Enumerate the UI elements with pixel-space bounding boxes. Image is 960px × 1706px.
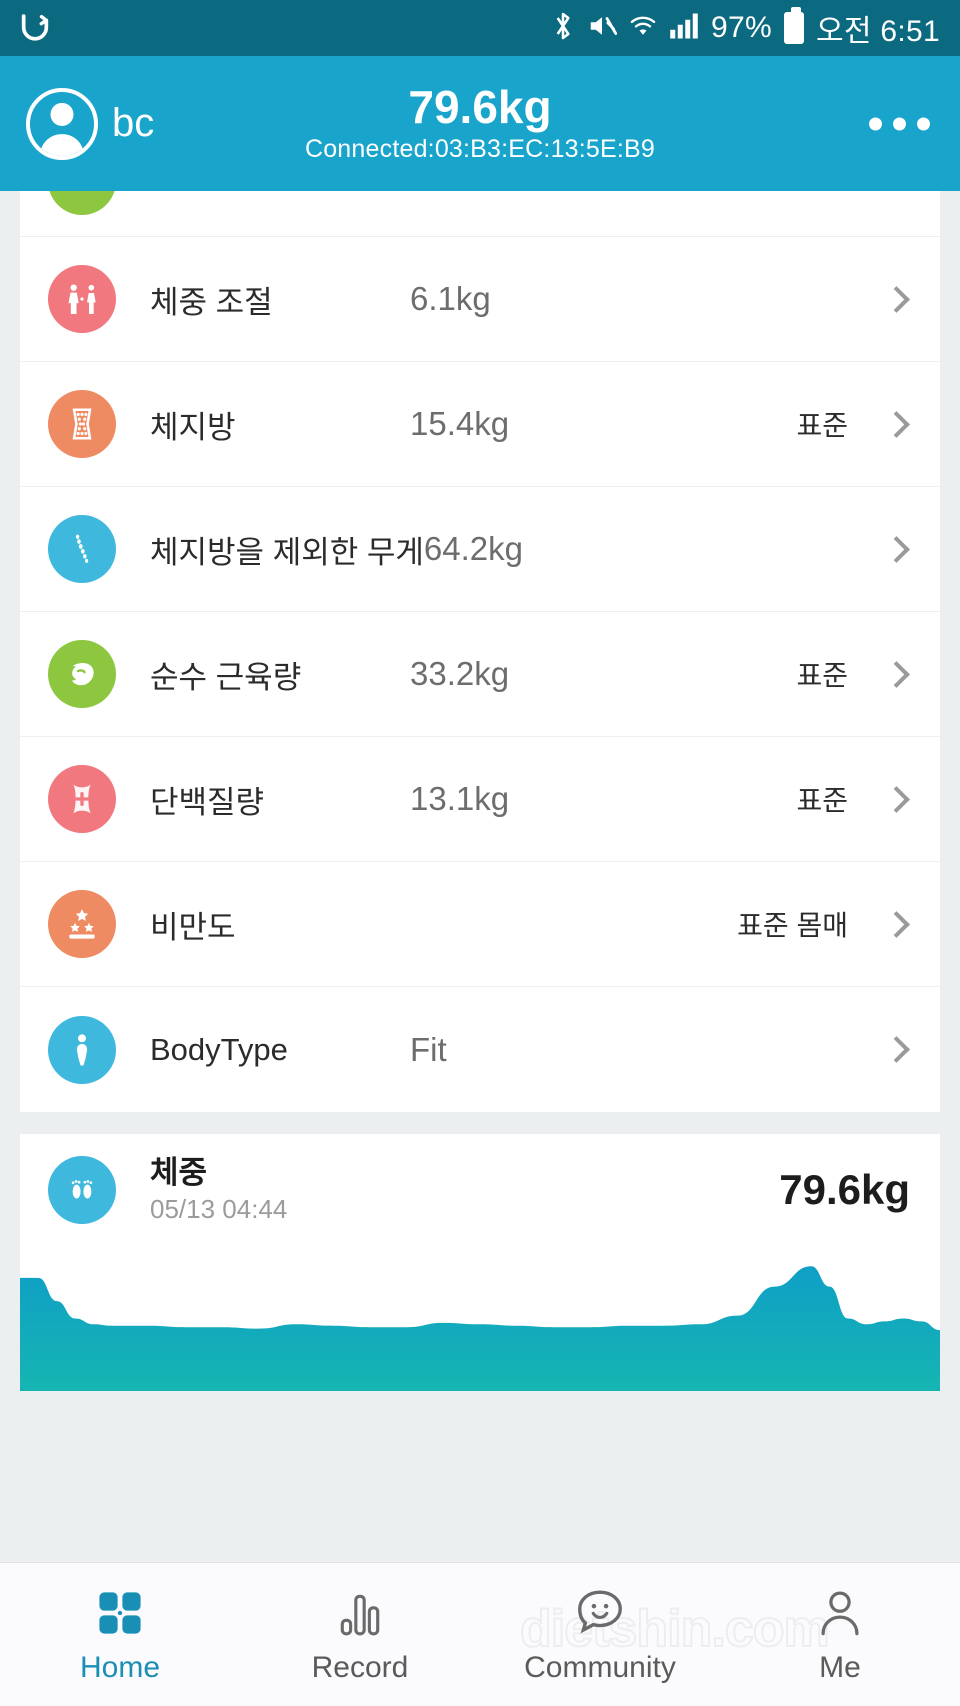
list-item[interactable]: 체지방 15.4kg 표준 — [20, 362, 940, 487]
nav-item-me[interactable]: Me — [720, 1563, 960, 1706]
chevron-right-icon[interactable] — [883, 535, 910, 563]
nav-label-community: Community — [524, 1650, 676, 1684]
person-icon — [814, 1585, 866, 1639]
status-bar: 97% 오전 6:51 — [0, 0, 960, 56]
list-item-value: 15.4kg — [410, 405, 510, 442]
weight-card-timestamp: 05/13 04:44 — [150, 1193, 288, 1224]
metrics-card: 체중 조절 6.1kg 체지방 15.4kg 표준 체지방을 제외한 무게 64… — [20, 237, 940, 1112]
list-item-value: 6.1kg — [410, 280, 491, 317]
weight-chart-card[interactable]: 체중 05/13 04:44 79.6kg — [20, 1134, 940, 1391]
list-item-label: BodyType — [150, 1031, 288, 1067]
list-item-label: 체중 조절 — [150, 284, 273, 320]
chevron-right-icon[interactable] — [883, 1036, 910, 1063]
partial-row-above[interactable] — [20, 191, 940, 237]
status-bar-time: 오전 6:51 — [815, 15, 940, 48]
more-options-icon[interactable] — [869, 117, 930, 130]
status-bar-left — [18, 9, 52, 48]
obesity-icon — [48, 890, 116, 958]
chevron-right-icon[interactable] — [883, 410, 910, 438]
list-item-label: 체지방 — [150, 409, 236, 445]
weight-card-text: 체중 05/13 04:44 — [150, 1155, 287, 1225]
list-item-status: 표준 — [796, 785, 848, 816]
profile-area[interactable]: bc — [26, 87, 155, 160]
battery-percent: 97% — [711, 11, 772, 44]
chevron-right-icon[interactable] — [883, 910, 910, 938]
status-bar-right: 97% 오전 6:51 — [551, 6, 940, 50]
list-item-value: 64.2kg — [423, 530, 523, 567]
app-screen: 97% 오전 6:51 bc 79.6kg Connected:03:B3:EC… — [0, 0, 960, 1706]
nav-item-community[interactable]: Community — [480, 1563, 720, 1706]
grid-home-icon — [94, 1585, 146, 1639]
signal-icon — [669, 12, 699, 45]
list-item[interactable]: 체중 조절 6.1kg — [20, 237, 940, 362]
chart-svg — [20, 1266, 940, 1391]
connection-status: Connected:03:B3:EC:13:5E:B9 — [304, 135, 656, 164]
scroll-content[interactable]: 체중 조절 6.1kg 체지방 15.4kg 표준 체지방을 제외한 무게 64… — [0, 191, 960, 1562]
chevron-right-icon[interactable] — [883, 285, 910, 313]
list-item-value: Fit — [410, 1030, 447, 1068]
list-item-label: 순수 근육량 — [150, 659, 302, 695]
footprints-icon — [48, 1156, 116, 1224]
list-item-value: 13.1kg — [410, 780, 510, 817]
chevron-right-icon[interactable] — [883, 785, 910, 813]
list-item-label: 체지방을 제외한 무게 — [150, 534, 424, 570]
username-label: bc — [112, 101, 155, 145]
battery-icon — [783, 7, 804, 44]
weight-card-title: 체중 — [150, 1155, 208, 1191]
menu-dot — [869, 117, 882, 130]
carrier-logo-icon — [18, 9, 52, 48]
mute-icon — [587, 11, 618, 46]
fat-free-mass-icon — [48, 515, 116, 583]
header-weight-value: 79.6kg — [408, 80, 552, 133]
chat-smiley-icon — [573, 1585, 627, 1639]
list-item-value: 33.2kg — [410, 655, 510, 692]
list-item[interactable]: 단백질량 13.1kg 표준 — [20, 737, 940, 862]
bar-chart-icon — [335, 1585, 385, 1639]
weight-card-header: 체중 05/13 04:44 79.6kg — [20, 1134, 940, 1246]
wifi-icon — [629, 12, 657, 45]
nav-label-record: Record — [311, 1650, 409, 1684]
list-item-label: 단백질량 — [150, 784, 265, 820]
weight-card-value: 79.6kg — [779, 1166, 910, 1213]
weight-control-icon — [48, 265, 116, 333]
list-item[interactable]: 순수 근육량 33.2kg 표준 — [20, 612, 940, 737]
muscle-icon — [48, 640, 116, 708]
body-type-icon — [48, 1015, 116, 1084]
chevron-right-icon[interactable] — [883, 660, 910, 688]
nav-item-home[interactable]: Home — [0, 1563, 240, 1706]
list-item-status: 표준 — [796, 660, 848, 691]
weight-area-chart — [20, 1246, 940, 1391]
muscle-icon — [48, 191, 116, 215]
nav-item-record[interactable]: Record — [240, 1563, 480, 1706]
list-item[interactable]: BodyType Fit — [20, 987, 940, 1112]
nav-label-home: Home — [79, 1650, 161, 1684]
menu-dot — [893, 117, 906, 130]
bluetooth-icon — [551, 10, 575, 47]
protein-icon — [48, 765, 116, 833]
list-item[interactable]: 체지방을 제외한 무게 64.2kg — [20, 487, 940, 612]
user-avatar-icon[interactable] — [26, 87, 98, 160]
app-header: bc 79.6kg Connected:03:B3:EC:13:5E:B9 — [0, 56, 960, 191]
body-fat-icon — [48, 390, 116, 458]
nav-label-me: Me — [819, 1650, 861, 1684]
list-item-status: 표준 몸매 — [737, 910, 848, 941]
menu-dot — [917, 117, 930, 130]
list-item-status: 표준 — [796, 410, 848, 441]
list-item[interactable]: 비만도 표준 몸매 — [20, 862, 940, 987]
list-item-label: 비만도 — [150, 909, 236, 945]
bottom-navigation: dietshin.com Home Record Community Me — [0, 1562, 960, 1706]
